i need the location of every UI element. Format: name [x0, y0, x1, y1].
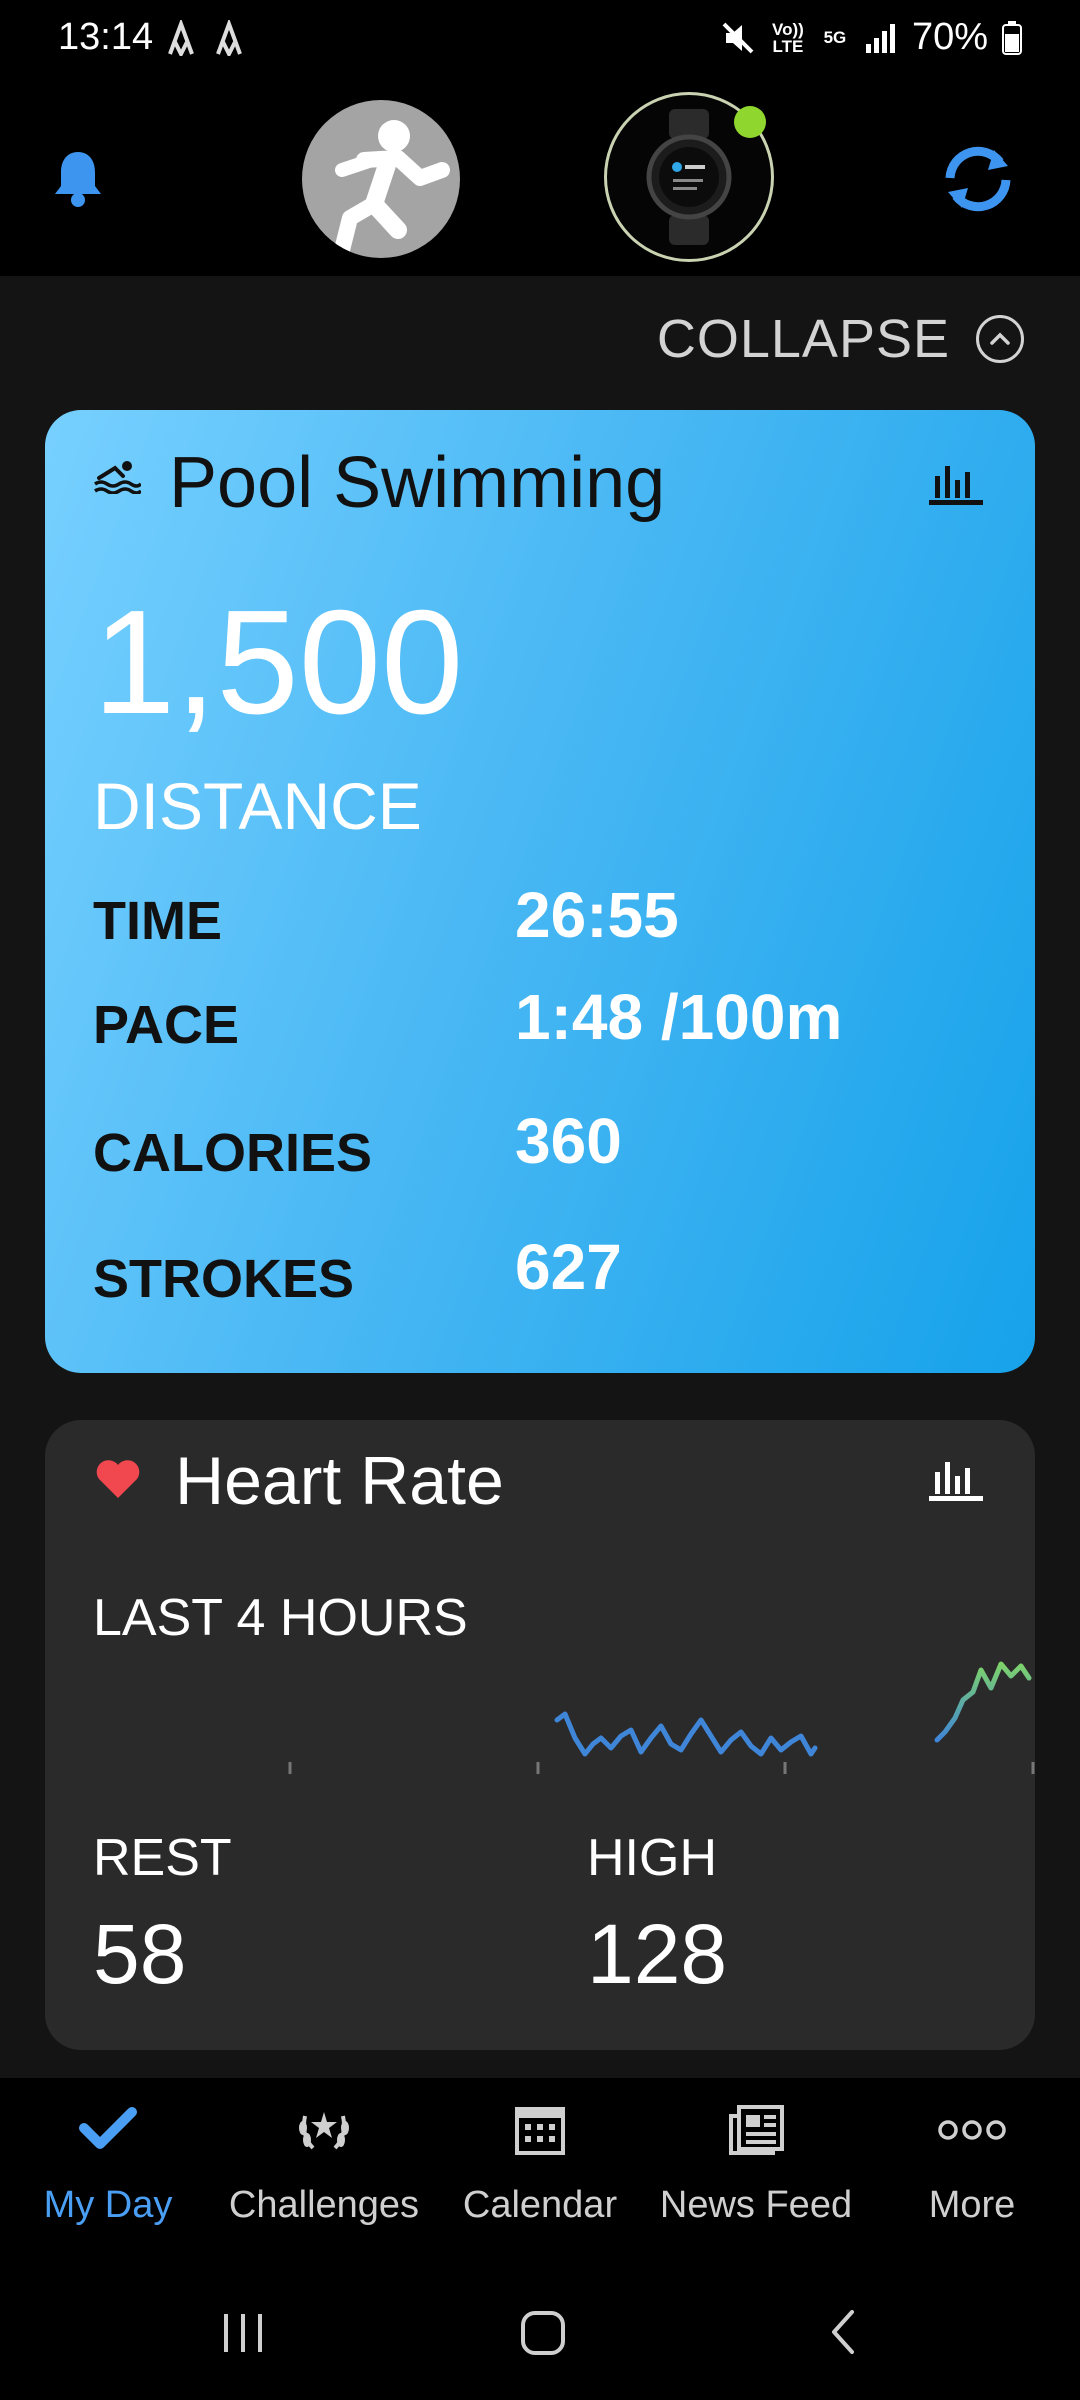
back-icon[interactable] — [822, 2306, 862, 2358]
status-time: 13:14 — [58, 16, 154, 58]
stat-label-pace: PACE — [93, 995, 240, 1055]
strava-icon — [168, 20, 194, 56]
status-notification-icons — [166, 20, 244, 56]
nav-my-day[interactable]: My Day — [0, 2078, 216, 2266]
sparkline-segment — [934, 1661, 1032, 1743]
nav-label: Challenges — [228, 2184, 420, 2226]
stat-value-strokes: 627 — [515, 1231, 622, 1303]
profile-avatar[interactable] — [302, 100, 460, 258]
stat-value-pace: 1:48 /100m — [515, 981, 843, 1053]
heart-rate-card[interactable]: Heart Rate LAST 4 HOURS REST 58 HIGH 128 — [45, 1420, 1035, 2050]
swimmer-icon — [94, 461, 141, 494]
distance-value: 1,500 — [93, 580, 464, 745]
heart-rate-title: Heart Rate — [175, 1443, 504, 1519]
nav-label: More — [928, 2184, 1016, 2226]
activity-title: Pool Swimming — [169, 443, 666, 523]
nav-more[interactable]: More — [864, 2078, 1080, 2266]
calendar-icon — [515, 2107, 565, 2155]
recent-apps-icon[interactable] — [218, 2306, 268, 2358]
high-label: HIGH — [587, 1829, 717, 1887]
newspaper-icon — [729, 2105, 784, 2155]
nav-label: Calendar — [462, 2184, 618, 2226]
stats-chart-icon[interactable] — [927, 458, 985, 506]
rest-value: 58 — [93, 1907, 187, 2001]
bottom-navigation: My Day Challenges Calendar News Feed Mor… — [0, 2078, 1080, 2266]
signal-icon — [865, 23, 895, 53]
more-icon — [938, 2120, 1006, 2140]
nav-news-feed[interactable]: News Feed — [648, 2078, 864, 2266]
status-right-icons: Vo)) LTE 5G 70% — [720, 16, 1022, 59]
stat-value-calories: 360 — [515, 1105, 622, 1177]
heart-rate-sparkline — [288, 1661, 1035, 1774]
heart-icon — [96, 1460, 140, 1498]
pool-swimming-card[interactable]: Pool Swimming 1,500 DISTANCE TIME 26:55 … — [45, 410, 1035, 1373]
system-navigation-bar — [0, 2266, 1080, 2400]
rest-label: REST — [93, 1829, 232, 1887]
home-icon[interactable] — [518, 2306, 568, 2358]
chevron-up-icon — [976, 315, 1024, 363]
app-header — [0, 84, 1080, 276]
sync-icon[interactable] — [938, 144, 1018, 214]
strava-icon — [216, 20, 242, 56]
stat-value-time: 26:55 — [515, 879, 679, 951]
heart-rate-period: LAST 4 HOURS — [93, 1589, 468, 1647]
collapse-label: COLLAPSE — [656, 309, 950, 369]
runner-icon — [334, 120, 450, 258]
stat-label-time: TIME — [93, 891, 222, 951]
device-connected-indicator — [734, 106, 766, 138]
nav-label: My Day — [43, 2184, 173, 2226]
collapse-toggle[interactable]: COLLAPSE — [657, 308, 1024, 370]
bell-icon[interactable] — [52, 148, 104, 208]
sparkline-segment — [554, 1711, 818, 1757]
distance-label: DISTANCE — [93, 769, 422, 843]
high-value: 128 — [587, 1907, 728, 2001]
stats-chart-icon[interactable] — [927, 1454, 985, 1502]
volte-indicator: Vo)) LTE — [772, 19, 804, 56]
nav-challenges[interactable]: Challenges — [216, 2078, 432, 2266]
check-icon — [79, 2107, 137, 2149]
stat-label-calories: CALORIES — [93, 1123, 373, 1183]
nav-label: News Feed — [659, 2184, 853, 2226]
battery-percent: 70% — [911, 16, 988, 58]
status-bar: 13:14 Vo)) LTE 5G 70% — [0, 0, 1080, 84]
laurel-icon — [299, 2112, 349, 2150]
mute-icon — [722, 22, 754, 53]
nav-calendar[interactable]: Calendar — [432, 2078, 648, 2266]
network-indicator: 5G — [823, 28, 847, 47]
battery-icon — [1002, 20, 1022, 55]
stat-label-strokes: STROKES — [93, 1249, 355, 1309]
